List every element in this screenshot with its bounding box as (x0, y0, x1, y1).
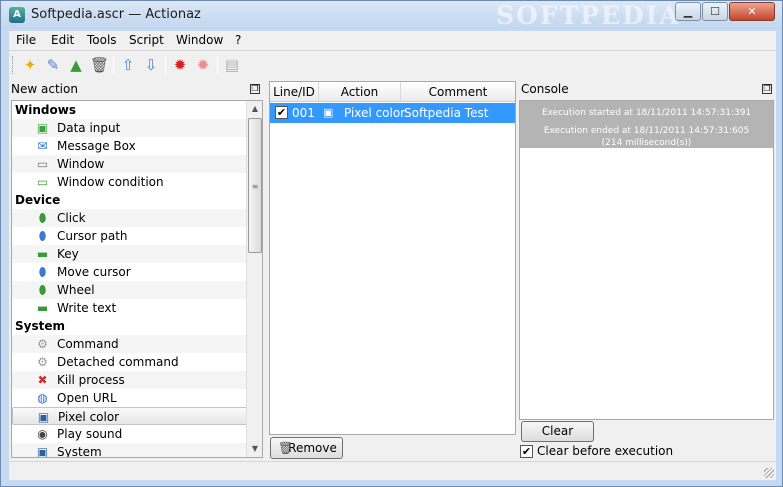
app-window: A Softpedia.ascr — Actionaz SOFTPEDIA ▁ … (0, 0, 783, 487)
row-action: Pixel color (344, 106, 406, 120)
menu-script[interactable]: Script (129, 33, 164, 47)
row-line-id: 001 (292, 106, 315, 120)
move-up-icon[interactable]: ⇧ (119, 56, 137, 74)
action-click[interactable]: ⬮ Click (12, 209, 248, 227)
status-bar (9, 461, 776, 480)
menu-bar: File Edit Tools Script Window ? (9, 31, 776, 51)
menu-edit[interactable]: Edit (51, 33, 74, 47)
toolbar: ✦ ✎ ▲ 🗑 ⇧ ⇩ ✹ ✹ ▤ (9, 51, 776, 79)
remove-button[interactable]: 🗑 Remove (270, 437, 343, 459)
menu-window[interactable]: Window (176, 33, 223, 47)
shapes-icon[interactable]: ▲ (67, 56, 85, 74)
clear-before-checkbox[interactable]: ✔ (520, 445, 533, 458)
resize-grip[interactable] (764, 468, 774, 478)
new-action-title: New action (11, 82, 78, 96)
column-comment[interactable]: Comment (401, 82, 515, 102)
run-icon[interactable]: ✹ (171, 56, 189, 74)
action-cursor-path[interactable]: ⬮ Cursor path (12, 227, 248, 245)
action-list-scrollbar[interactable]: ▲ ≡ ▼ (246, 101, 262, 457)
action-play-sound[interactable]: ◉ Play sound (12, 425, 248, 443)
action-system[interactable]: ▣ System (12, 443, 248, 458)
run-selection-icon[interactable]: ✹ (194, 56, 212, 74)
minimize-button[interactable]: ▁ (675, 2, 701, 21)
action-detached-command[interactable]: ⚙ Detached command (12, 353, 248, 371)
action-window-condition[interactable]: ▭ Window condition (12, 173, 248, 191)
system-icon: ▣ (36, 445, 49, 458)
table-header: Line/ID Action Comment (270, 82, 515, 102)
toolbar-separator (217, 56, 218, 74)
command-icon: ⚙ (37, 337, 48, 351)
title-bar[interactable]: A Softpedia.ascr — Actionaz SOFTPEDIA ▁ … (1, 1, 782, 30)
row-comment: Softpedia Test (404, 106, 489, 120)
maximize-button[interactable]: ☐ (702, 2, 728, 21)
column-action[interactable]: Action (319, 82, 401, 102)
console-output: Execution started at 18/11/2011 14:57:31… (519, 100, 774, 420)
write-text-icon: ▬ (36, 301, 49, 315)
message-box-icon: ✉ (37, 139, 48, 153)
mouse-icon: ⬮ (38, 211, 47, 225)
data-input-icon: ▣ (36, 121, 49, 135)
softpedia-watermark: SOFTPEDIA (496, 1, 681, 30)
toolbar-separator (165, 56, 166, 74)
main-content: New action ❐ Windows ▣ Data input ✉ Messag… (9, 79, 776, 461)
script-table: Line/ID Action Comment ✔ 001 ▣ Pixel col… (269, 81, 516, 435)
action-command[interactable]: ⚙ Command (12, 335, 248, 353)
window-title: Softpedia.ascr — Actionaz (31, 7, 201, 22)
scroll-up-icon[interactable]: ▲ (247, 101, 262, 117)
action-message-box[interactable]: ✉ Message Box (12, 137, 248, 155)
toolbar-grip[interactable] (12, 56, 15, 74)
action-data-input[interactable]: ▣ Data input (12, 119, 248, 137)
category-windows[interactable]: Windows (12, 101, 248, 119)
console-title: Console (521, 82, 569, 96)
window-icon: ▭ (36, 157, 49, 171)
menu-file[interactable]: File (16, 33, 36, 47)
wheel-icon: ⬮ (38, 283, 47, 297)
window-condition-icon: ▭ (36, 175, 49, 189)
key-icon: ▬ (36, 247, 49, 261)
trash-icon[interactable]: 🗑 (90, 56, 109, 74)
column-line-id[interactable]: Line/ID (270, 82, 319, 102)
table-row[interactable]: ✔ 001 ▣ Pixel color Softpedia Test (270, 103, 515, 123)
console-log-entry: Execution started at 18/11/2011 14:57:31… (520, 101, 773, 148)
kill-process-icon: ✖ (37, 373, 48, 387)
row-enabled-checkbox[interactable]: ✔ (275, 106, 288, 119)
pixel-color-icon: ▣ (37, 410, 50, 424)
category-device[interactable]: Device (12, 191, 248, 209)
action-kill-process[interactable]: ✖ Kill process (12, 371, 248, 389)
detached-command-icon: ⚙ (37, 355, 48, 369)
console-line: (214 millisecond(s)) (601, 138, 692, 148)
scroll-down-icon[interactable]: ▼ (247, 441, 262, 457)
clear-before-label: Clear before execution (537, 444, 674, 458)
pixel-color-icon: ▣ (323, 106, 334, 119)
action-key[interactable]: ▬ Key (12, 245, 248, 263)
speaker-icon: ◉ (37, 427, 48, 441)
trash-icon: 🗑 (278, 441, 294, 455)
toolbar-separator (113, 56, 114, 74)
action-wheel[interactable]: ⬮ Wheel (12, 281, 248, 299)
action-pixel-color[interactable]: ▣ Pixel color (12, 407, 248, 425)
category-system[interactable]: System (12, 317, 248, 335)
move-cursor-icon: ⬮ (38, 265, 47, 279)
console-line: Execution ended at 18/11/2011 14:57:31:6… (543, 126, 750, 136)
close-button[interactable]: ✕ (729, 2, 775, 21)
new-action-list: Windows ▣ Data input ✉ Message Box ▭ Window… (11, 100, 263, 458)
action-move-cursor[interactable]: ⬮ Move cursor (12, 263, 248, 281)
action-window[interactable]: ▭ Window (12, 155, 248, 173)
move-down-icon[interactable]: ⇩ (142, 56, 160, 74)
app-icon: A (9, 7, 25, 23)
new-action-float-icon[interactable]: ❐ (250, 84, 260, 94)
globe-icon: ◍ (37, 391, 48, 405)
scroll-thumb[interactable]: ≡ (248, 118, 262, 253)
new-action-icon[interactable]: ✦ (21, 56, 39, 74)
console-line: Execution started at 18/11/2011 14:57:31… (541, 108, 752, 118)
action-write-text[interactable]: ▬ Write text (12, 299, 248, 317)
menu-help[interactable]: ? (235, 33, 241, 47)
console-float-icon[interactable]: ❐ (762, 84, 772, 94)
edit-icon[interactable]: ✎ (44, 56, 62, 74)
cursor-path-icon: ⬮ (38, 229, 47, 243)
menu-tools[interactable]: Tools (87, 33, 117, 47)
notes-icon[interactable]: ▤ (223, 56, 241, 74)
clear-button[interactable]: Clear (521, 421, 594, 442)
action-open-url[interactable]: ◍ Open URL (12, 389, 248, 407)
